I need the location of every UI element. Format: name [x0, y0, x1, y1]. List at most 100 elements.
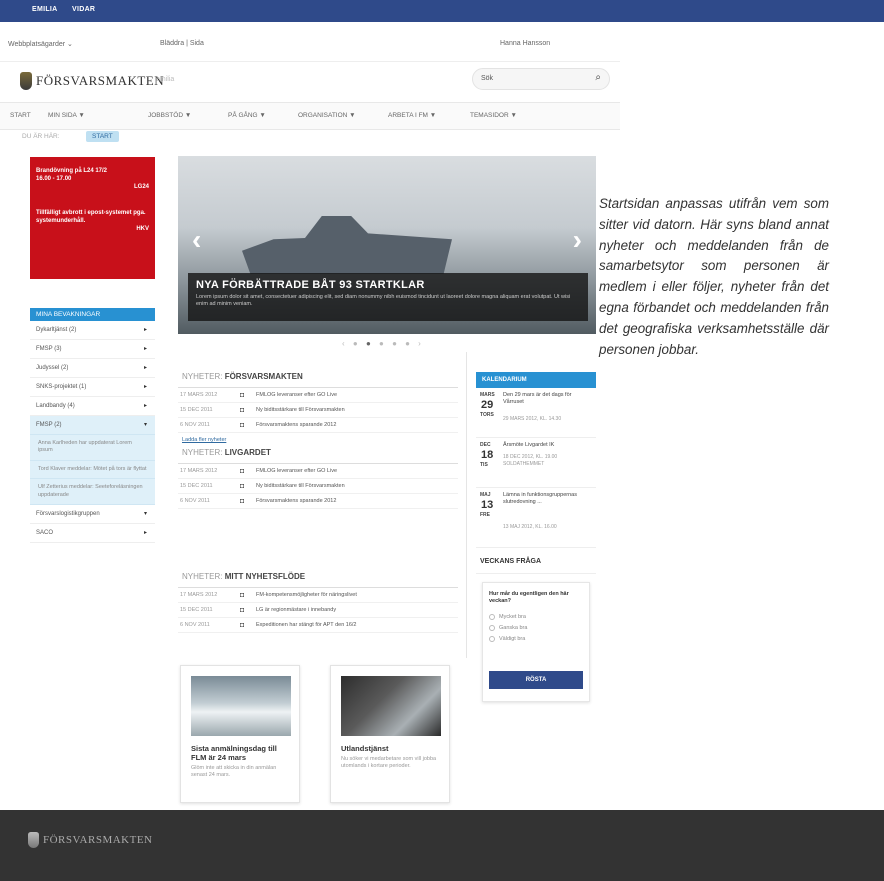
- hero-carousel[interactable]: ‹ › NYA FÖRBÄTTRADE BÅT 93 STARTKLAR Lor…: [178, 156, 596, 334]
- tab-vidar[interactable]: VIDAR: [72, 6, 95, 13]
- news-title: NYHETER: MITT NYHETSFLÖDE: [178, 566, 458, 588]
- card-title[interactable]: Utlandstjänst: [341, 744, 439, 753]
- top-bar: EMILIA VIDAR: [0, 0, 884, 22]
- footer-logo[interactable]: FÖRSVARSMAKTEN: [28, 832, 153, 848]
- nav-jobbstod[interactable]: JOBBSTÖD ▼: [148, 112, 191, 119]
- calendar-event[interactable]: MAJ 13 FRE Lämna in funktionsgruppernas …: [476, 488, 596, 548]
- calendar-panel: KALENDARIUM MARS 29 TORS Den 29 mars är …: [476, 372, 596, 548]
- alert-title[interactable]: Brandövning på L24 17/2: [36, 167, 149, 175]
- radio-icon: [489, 624, 495, 631]
- arrow-down-icon: ▾: [143, 511, 147, 518]
- promo-card[interactable]: Utlandstjänst Nu söker vi medarbetare so…: [330, 665, 450, 803]
- carousel-dots[interactable]: ‹ ● ● ● ● ● ›: [342, 339, 424, 348]
- nav-temasidor[interactable]: TEMASIDOR ▼: [470, 112, 517, 119]
- hero-caption: NYA FÖRBÄTTRADE BÅT 93 STARTKLAR Lorem i…: [188, 273, 588, 321]
- news-row[interactable]: 17 MARS 2012 ◘ FMLOG leveranser efter GO L…: [178, 388, 458, 403]
- logo-text: FÖRSVARSMAKTEN: [36, 73, 165, 88]
- search-icon[interactable]: ⌕: [595, 72, 601, 83]
- calendar-title: KALENDARIUM: [476, 372, 596, 388]
- news-title: NYHETER: FÖRSVARSMAKTEN: [178, 366, 458, 388]
- current-user-name[interactable]: Hanna Hansson: [500, 40, 550, 47]
- alert-time: 16.00 - 17.00: [36, 176, 72, 183]
- watchlist-item[interactable]: SNKS-projektet (1) ▸: [30, 378, 155, 397]
- news-row[interactable]: 15 DEC 2011 ◘ Ny biditsstärkare till Försv…: [178, 403, 458, 418]
- poll-box: Hur mår du egentligen den här veckan? My…: [482, 582, 590, 702]
- watchlist-item[interactable]: Dykarltjänst (2) ▸: [30, 321, 155, 340]
- watchlist-item[interactable]: SACO ▸: [30, 524, 155, 544]
- arrow-down-icon: ▾: [143, 422, 147, 428]
- calendar-event[interactable]: DEC 18 TIS Årsmöte Livgardet IK 18 DEC 2…: [476, 438, 596, 488]
- poll-option[interactable]: Mycket bra: [489, 613, 583, 620]
- news-icon: ◘: [240, 607, 245, 614]
- news-row[interactable]: 15 DEC 2011 ◘ Ny biditsstärkare till Försv…: [178, 479, 458, 494]
- hero-description: Lorem ipsum dolor sit amet, consectetuer…: [196, 294, 571, 308]
- calendar-event[interactable]: MARS 29 TORS Den 29 mars är det dags för…: [476, 388, 596, 438]
- annotation-text: Startsidan anpassas utifrån vem som sitt…: [599, 196, 829, 357]
- alerts-box: Brandövning på L24 17/2 16.00 - 17.00 LG…: [30, 157, 155, 279]
- search-placeholder: Sök: [481, 75, 494, 82]
- alert-source: LG24: [133, 184, 149, 191]
- card-description: Nu söker vi medarbetare som vill jobba u…: [341, 756, 437, 770]
- username-label: emilia: [156, 76, 175, 83]
- news-block-livgardet: NYHETER: LIVGARDET 17 MARS 2012 ◘ FMLOG le…: [178, 442, 458, 509]
- watchlist-item-expanded[interactable]: FMSP (2) ▾: [30, 416, 155, 435]
- news-row[interactable]: 17 MARS 2012 ◘ FMLOG leveranser efter GO L…: [178, 464, 458, 479]
- hero-headline[interactable]: NYA FÖRBÄTTRADE BÅT 93 STARTKLAR: [196, 279, 580, 291]
- arrow-right-icon: ▸: [143, 327, 147, 333]
- sub-bar: Webbplatsägarder ⌄ Bläddra | Sida Hanna …: [0, 22, 620, 62]
- nav-pa-gang[interactable]: PÅ GÅNG ▼: [228, 112, 266, 119]
- breadcrumb-current[interactable]: START: [86, 131, 119, 142]
- watchlist-item[interactable]: FMSP (3) ▸: [30, 340, 155, 359]
- watchlist-subitem[interactable]: Tord Klaver meddelar: Mötet på tors är f…: [30, 461, 155, 480]
- alert-text[interactable]: Tillfälligt avbrott i epost-systemet pga…: [36, 209, 149, 225]
- watchlist-item[interactable]: Judyssel (2) ▸: [30, 359, 155, 378]
- promo-card[interactable]: Sista anmälningsdag till FLM är 24 mars …: [180, 665, 300, 803]
- card-image: [341, 676, 441, 736]
- watchlist-item[interactable]: Landbandy (4) ▸: [30, 397, 155, 416]
- watchlist-panel: MINA BEVAKNINGAR Dykarltjänst (2) ▸ FMSP …: [30, 308, 155, 544]
- news-icon: ◘: [240, 622, 245, 629]
- news-icon: ◘: [240, 483, 245, 490]
- poll-question: Hur mår du egentligen den här veckan?: [489, 591, 569, 605]
- browse-page-links[interactable]: Bläddra | Sida: [160, 40, 204, 47]
- nav-arbeta-i-fm[interactable]: ARBETA I FM ▼: [388, 112, 436, 119]
- radio-icon: [489, 635, 495, 642]
- news-icon: ◘: [240, 422, 245, 429]
- news-title: NYHETER: LIVGARDET: [178, 442, 458, 464]
- nav-start[interactable]: START: [10, 112, 31, 119]
- news-row[interactable]: 17 MARS 2012 ◘ FM-kompetensmöjligheter för…: [178, 588, 458, 603]
- carousel-next-icon[interactable]: ›: [573, 224, 582, 256]
- poll-option[interactable]: Ganska bra: [489, 624, 583, 631]
- news-icon: ◘: [240, 498, 245, 505]
- news-row[interactable]: 6 NOV 2011 ◘ Expeditionen har stängt för A…: [178, 618, 458, 633]
- arrow-right-icon: ▸: [143, 403, 147, 409]
- watchlist-item[interactable]: Försvarslogistikgruppen ▾: [30, 505, 155, 525]
- news-row[interactable]: 6 NOV 2011 ◘ Försvarsmaktens sparande 2012: [178, 418, 458, 433]
- site-header: FÖRSVARSMAKTEN emilia Sök ⌕: [0, 62, 620, 102]
- card-image: [191, 676, 291, 736]
- search-input[interactable]: Sök ⌕: [472, 68, 610, 90]
- card-title[interactable]: Sista anmälningsdag till FLM är 24 mars: [191, 744, 289, 762]
- arrow-right-icon: ▸: [143, 384, 147, 390]
- column-divider: [466, 352, 467, 658]
- tab-emilia[interactable]: EMILIA: [32, 6, 58, 13]
- watchlist-subitem[interactable]: Anna Karlheden har uppdaterat Lorem ipsu…: [30, 435, 155, 461]
- crest-icon: [28, 832, 39, 848]
- alert-source: HKV: [136, 226, 149, 233]
- main-nav: START MIN SIDA ▼ JOBBSTÖD ▼ PÅ GÅNG ▼ OR…: [0, 102, 620, 130]
- vote-button[interactable]: RÖSTA: [489, 671, 583, 689]
- weekly-poll: VECKANS FRÅGA Hur mår du egentligen den …: [476, 550, 596, 702]
- site-owner-menu[interactable]: Webbplatsägarder ⌄: [8, 40, 73, 48]
- news-row[interactable]: 6 NOV 2011 ◘ Försvarsmaktens sparande 2012: [178, 494, 458, 509]
- watchlist-expanded: FMSP (2) ▾ Anna Karlheden har uppdaterat …: [30, 416, 155, 506]
- site-logo[interactable]: FÖRSVARSMAKTEN: [20, 72, 164, 90]
- crest-icon: [20, 72, 32, 90]
- carousel-prev-icon[interactable]: ‹: [192, 224, 201, 256]
- radio-icon: [489, 613, 495, 620]
- nav-organisation[interactable]: ORGANISATION ▼: [298, 112, 356, 119]
- news-icon: ◘: [240, 592, 245, 599]
- watchlist-subitem[interactable]: Ulf Zetterius meddelar: Seeteforeläsning…: [30, 479, 155, 506]
- nav-min-sida[interactable]: MIN SIDA ▼: [48, 112, 85, 119]
- news-row[interactable]: 15 DEC 2011 ◘ LG är regionmästare i inneba…: [178, 603, 458, 618]
- poll-option[interactable]: Väldigt bra: [489, 635, 583, 642]
